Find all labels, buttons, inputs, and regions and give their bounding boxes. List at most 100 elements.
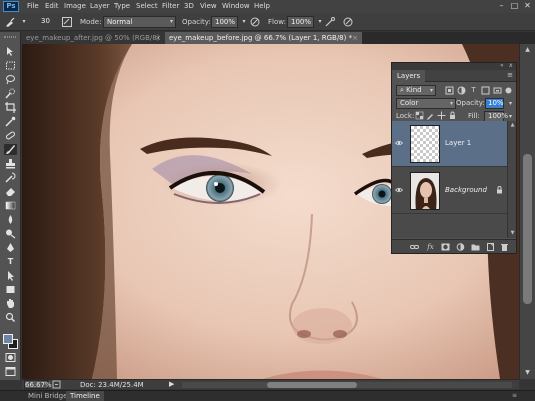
fill-dropdown-icon[interactable]: ▾ bbox=[506, 112, 515, 121]
chevron-down-icon[interactable]: ▾ bbox=[18, 16, 30, 28]
pressure-opacity-icon[interactable] bbox=[249, 16, 261, 28]
eraser-tool-icon[interactable] bbox=[4, 186, 17, 197]
tab-mini-bridge[interactable]: Mini Bridge bbox=[24, 391, 71, 401]
menu-window[interactable]: Window bbox=[222, 2, 250, 10]
type-tool-icon[interactable]: T bbox=[4, 256, 17, 267]
marquee-tool-icon[interactable] bbox=[4, 60, 17, 71]
hand-tool-icon[interactable] bbox=[4, 298, 17, 309]
lasso-tool-icon[interactable] bbox=[4, 74, 17, 85]
menu-layer[interactable]: Layer bbox=[90, 2, 110, 10]
adjustment-layer-icon[interactable] bbox=[456, 243, 465, 251]
rectangle-tool-icon[interactable] bbox=[4, 284, 17, 295]
menu-help[interactable]: Help bbox=[254, 2, 270, 10]
menu-3d[interactable]: 3D bbox=[184, 2, 194, 10]
menu-type[interactable]: Type bbox=[114, 2, 130, 10]
tab-eye-makeup-before[interactable]: eye_makeup_before.jpg @ 66.7% (Layer 1, … bbox=[165, 32, 362, 44]
close-icon[interactable]: × bbox=[155, 32, 161, 44]
lock-position-icon[interactable] bbox=[437, 111, 446, 120]
dodge-tool-icon[interactable] bbox=[4, 228, 17, 239]
blur-tool-icon[interactable] bbox=[4, 214, 17, 225]
scroll-up-icon[interactable]: ▲ bbox=[523, 46, 532, 54]
close-panel-icon[interactable]: x bbox=[509, 62, 513, 69]
brush-tool-icon[interactable] bbox=[4, 144, 17, 155]
scroll-down-icon[interactable]: ▼ bbox=[509, 230, 516, 236]
clone-stamp-tool-icon[interactable] bbox=[4, 158, 17, 169]
menu-file[interactable]: File bbox=[27, 2, 39, 10]
eye-icon[interactable] bbox=[394, 186, 404, 194]
brush-size-field[interactable]: 30 bbox=[34, 16, 54, 28]
add-mask-icon[interactable] bbox=[441, 243, 450, 251]
filter-adjustment-icon[interactable] bbox=[457, 86, 466, 95]
status-menu-arrow-icon[interactable]: ▶ bbox=[169, 380, 174, 388]
menu-image[interactable]: Image bbox=[64, 2, 86, 10]
close-window-button[interactable]: ✕ bbox=[522, 1, 533, 11]
menu-edit[interactable]: Edit bbox=[45, 2, 59, 10]
pen-tool-icon[interactable] bbox=[4, 242, 17, 253]
filter-pixel-icon[interactable] bbox=[445, 86, 454, 95]
panel-grip[interactable] bbox=[4, 36, 16, 38]
menu-select[interactable]: Select bbox=[136, 2, 158, 10]
filter-smart-object-icon[interactable] bbox=[493, 86, 502, 95]
mode-select[interactable]: Normal ▾ bbox=[103, 16, 176, 28]
pressure-size-icon[interactable] bbox=[342, 16, 354, 28]
filter-kind-select[interactable]: ⌕ Kind ▾ bbox=[396, 85, 436, 96]
link-layers-icon[interactable] bbox=[410, 243, 419, 251]
healing-brush-tool-icon[interactable] bbox=[4, 130, 17, 141]
scroll-down-icon[interactable]: ▼ bbox=[523, 369, 532, 377]
new-layer-icon[interactable] bbox=[486, 243, 495, 251]
opacity-field[interactable]: 100% bbox=[211, 16, 238, 28]
mode-label: Mode: bbox=[80, 18, 102, 26]
gradient-tool-icon[interactable] bbox=[4, 200, 17, 211]
scroll-up-icon[interactable]: ▲ bbox=[509, 122, 516, 128]
menu-view[interactable]: View bbox=[200, 2, 217, 10]
lock-image-pixels-icon[interactable] bbox=[426, 111, 435, 120]
tab-layers[interactable]: Layers bbox=[392, 70, 426, 82]
lock-all-icon[interactable] bbox=[448, 111, 457, 120]
horizontal-scrollbar[interactable] bbox=[182, 382, 512, 388]
layer-name[interactable]: Background bbox=[445, 186, 487, 194]
foreground-color-swatch[interactable] bbox=[3, 334, 13, 344]
vertical-scrollbar[interactable]: ▲ ▼ bbox=[519, 44, 535, 379]
quick-mask-icon[interactable] bbox=[4, 352, 17, 363]
status-info-icon[interactable] bbox=[52, 380, 61, 389]
collapse-panel-icon[interactable]: « bbox=[500, 62, 504, 69]
menu-filter[interactable]: Filter bbox=[162, 2, 179, 10]
delete-layer-icon[interactable] bbox=[500, 243, 509, 251]
zoom-tool-icon[interactable] bbox=[4, 312, 17, 323]
minimize-button[interactable]: – bbox=[496, 1, 507, 11]
filter-toggle-icon[interactable] bbox=[504, 86, 513, 95]
layer-name[interactable]: Layer 1 bbox=[445, 139, 471, 147]
filter-shape-icon[interactable] bbox=[481, 86, 490, 95]
screen-mode-icon[interactable] bbox=[4, 366, 17, 377]
layer-style-icon[interactable]: fx bbox=[426, 243, 435, 251]
brush-tool-preset-icon[interactable] bbox=[4, 16, 16, 28]
quick-selection-tool-icon[interactable] bbox=[4, 88, 17, 99]
history-brush-tool-icon[interactable] bbox=[4, 172, 17, 183]
layer-opacity-field[interactable]: 10% bbox=[485, 98, 504, 109]
scroll-thumb[interactable] bbox=[523, 154, 532, 304]
eyedropper-tool-icon[interactable] bbox=[4, 116, 17, 127]
lock-transparent-pixels-icon[interactable] bbox=[415, 111, 424, 120]
panel-options-icon[interactable]: ≡ bbox=[512, 392, 517, 399]
move-tool-icon[interactable] bbox=[4, 46, 17, 57]
filter-type-icon[interactable]: T bbox=[469, 86, 478, 95]
flow-field[interactable]: 100% bbox=[287, 16, 314, 28]
path-selection-tool-icon[interactable] bbox=[4, 270, 17, 281]
eye-icon[interactable] bbox=[394, 139, 404, 147]
close-icon[interactable]: × bbox=[352, 32, 358, 44]
layer-row-layer-1[interactable]: Layer 1 bbox=[392, 121, 507, 167]
new-group-icon[interactable] bbox=[471, 243, 480, 251]
maximize-button[interactable]: □ bbox=[509, 1, 520, 11]
opacity-dropdown-icon[interactable]: ▾ bbox=[506, 99, 515, 108]
tab-timeline[interactable]: Timeline bbox=[66, 391, 104, 401]
scroll-thumb[interactable] bbox=[267, 382, 357, 388]
panel-menu-icon[interactable]: ≡ bbox=[507, 71, 513, 79]
crop-tool-icon[interactable] bbox=[4, 102, 17, 113]
layer-list-scrollbar[interactable]: ▲ ▼ bbox=[507, 121, 516, 238]
tab-eye-makeup-after[interactable]: eye_makeup_after.jpg @ 50% (RGB/8) × bbox=[22, 32, 165, 44]
tab-label: eye_makeup_after.jpg @ 50% (RGB/8) bbox=[26, 34, 160, 42]
airbrush-icon[interactable] bbox=[324, 16, 336, 28]
layer-row-background[interactable]: Background bbox=[392, 168, 507, 214]
brush-panel-toggle-icon[interactable] bbox=[61, 16, 73, 28]
blend-mode-select[interactable]: Color ▾ bbox=[396, 98, 456, 109]
